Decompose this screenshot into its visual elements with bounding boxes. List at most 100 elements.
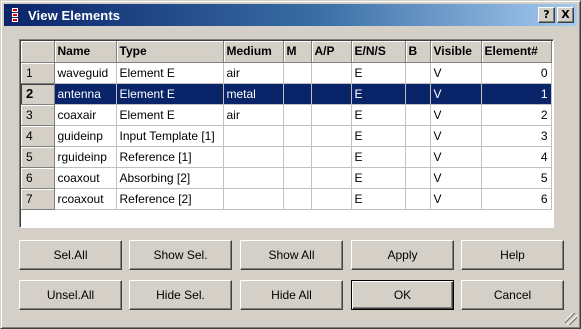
cell-b[interactable]: [405, 83, 431, 105]
row-header[interactable]: 1: [21, 62, 55, 84]
cell-type[interactable]: Element E: [116, 62, 224, 84]
column-header-m[interactable]: M: [283, 41, 312, 63]
cell-b[interactable]: [405, 62, 431, 84]
cell-b[interactable]: [405, 125, 431, 147]
cell-element-number[interactable]: 4: [481, 146, 552, 168]
cell-element-number[interactable]: 3: [481, 125, 552, 147]
apply-button[interactable]: Apply: [351, 240, 454, 270]
table-row[interactable]: 1 waveguid Element Eair E V 0: [21, 62, 552, 84]
show-all-button[interactable]: Show All: [240, 240, 343, 270]
row-header[interactable]: 2: [21, 82, 55, 105]
cell-ap[interactable]: [311, 167, 352, 189]
cell-ens[interactable]: E: [351, 146, 406, 168]
table-row[interactable]: 2 antenna Element Emetal E V 1: [21, 82, 552, 105]
cell-visible[interactable]: V: [430, 62, 482, 84]
unsel-all-button[interactable]: Unsel.All: [19, 280, 122, 310]
cell-type[interactable]: Reference [1]: [116, 146, 224, 168]
table-row[interactable]: 6 coaxout Absorbing [2] E V 5: [21, 167, 552, 189]
column-header-visible[interactable]: Visible: [430, 41, 482, 63]
hide-sel-button[interactable]: Hide Sel.: [129, 280, 232, 310]
cell-visible[interactable]: V: [430, 146, 482, 168]
ok-button[interactable]: OK: [351, 280, 454, 310]
cell-ens[interactable]: E: [351, 188, 406, 210]
cell-medium[interactable]: [223, 125, 284, 147]
cell-name[interactable]: rguideinp: [54, 146, 117, 168]
cell-ap[interactable]: [311, 125, 352, 147]
row-header[interactable]: 5: [21, 146, 55, 168]
cell-name[interactable]: coaxout: [54, 167, 117, 189]
cell-ap[interactable]: [311, 146, 352, 168]
cell-type[interactable]: Absorbing [2]: [116, 167, 224, 189]
cell-b[interactable]: [405, 104, 431, 126]
cell-name[interactable]: antenna: [54, 83, 117, 105]
cell-m[interactable]: [283, 83, 312, 105]
cell-visible[interactable]: V: [430, 188, 482, 210]
cell-ap[interactable]: [311, 62, 352, 84]
column-header-ap[interactable]: A/P: [311, 41, 352, 63]
cell-ap[interactable]: [311, 104, 352, 126]
table-row[interactable]: 3 coaxair Element Eair E V 2: [21, 104, 552, 126]
cell-element-number[interactable]: 1: [481, 83, 552, 105]
row-header[interactable]: 7: [21, 188, 55, 210]
cell-visible[interactable]: V: [430, 83, 482, 105]
cell-m[interactable]: [283, 146, 312, 168]
title-bar[interactable]: View Elements ? X: [4, 4, 577, 26]
help-button[interactable]: Help: [461, 240, 564, 270]
help-question-button[interactable]: ?: [538, 7, 555, 23]
column-header-ens[interactable]: E/N/S: [351, 41, 406, 63]
cell-type[interactable]: Element E: [116, 104, 224, 126]
row-header[interactable]: 6: [21, 167, 55, 189]
column-header-type[interactable]: Type: [116, 41, 224, 63]
cell-element-number[interactable]: 6: [481, 188, 552, 210]
cell-b[interactable]: [405, 146, 431, 168]
cell-name[interactable]: guideinp: [54, 125, 117, 147]
cell-m[interactable]: [283, 167, 312, 189]
cell-m[interactable]: [283, 62, 312, 84]
cell-name[interactable]: waveguid: [54, 62, 117, 84]
cell-visible[interactable]: V: [430, 125, 482, 147]
resize-grip-icon[interactable]: [565, 313, 577, 325]
table-row[interactable]: 5 rguideinp Reference [1] E V 4: [21, 146, 552, 168]
cell-ens[interactable]: E: [351, 104, 406, 126]
cell-medium[interactable]: air: [223, 104, 284, 126]
cell-element-number[interactable]: 5: [481, 167, 552, 189]
show-sel-button[interactable]: Show Sel.: [129, 240, 232, 270]
close-button[interactable]: X: [557, 7, 574, 23]
cell-ens[interactable]: E: [351, 167, 406, 189]
cell-b[interactable]: [405, 167, 431, 189]
sel-all-button[interactable]: Sel.All: [19, 240, 122, 270]
cell-type[interactable]: Reference [2]: [116, 188, 224, 210]
cell-element-number[interactable]: 2: [481, 104, 552, 126]
column-header-medium[interactable]: Medium: [223, 41, 284, 63]
cell-type[interactable]: Input Template [1]: [116, 125, 224, 147]
cell-medium[interactable]: [223, 146, 284, 168]
cell-ens[interactable]: E: [351, 125, 406, 147]
cell-medium[interactable]: air: [223, 62, 284, 84]
cell-medium[interactable]: [223, 188, 284, 210]
cell-ap[interactable]: [311, 83, 352, 105]
column-header-name[interactable]: Name: [54, 41, 117, 63]
table-row[interactable]: 4 guideinp Input Template [1] E V 3: [21, 125, 552, 147]
row-header[interactable]: 4: [21, 125, 55, 147]
cell-ap[interactable]: [311, 188, 352, 210]
cell-name[interactable]: rcoaxout: [54, 188, 117, 210]
cancel-button[interactable]: Cancel: [461, 280, 564, 310]
cell-type[interactable]: Element E: [116, 83, 224, 105]
cell-medium[interactable]: metal: [223, 83, 284, 105]
column-header-b[interactable]: B: [405, 41, 431, 63]
corner-header[interactable]: [21, 41, 55, 63]
cell-m[interactable]: [283, 188, 312, 210]
row-header[interactable]: 3: [21, 104, 55, 126]
cell-visible[interactable]: V: [430, 167, 482, 189]
column-header-element-number[interactable]: Element#: [481, 41, 552, 63]
cell-name[interactable]: coaxair: [54, 104, 117, 126]
cell-element-number[interactable]: 0: [481, 62, 552, 84]
cell-ens[interactable]: E: [351, 83, 406, 105]
cell-b[interactable]: [405, 188, 431, 210]
hide-all-button[interactable]: Hide All: [240, 280, 343, 310]
cell-medium[interactable]: [223, 167, 284, 189]
cell-visible[interactable]: V: [430, 104, 482, 126]
cell-ens[interactable]: E: [351, 62, 406, 84]
table-row[interactable]: 7 rcoaxout Reference [2] E V 6: [21, 188, 552, 210]
cell-m[interactable]: [283, 104, 312, 126]
